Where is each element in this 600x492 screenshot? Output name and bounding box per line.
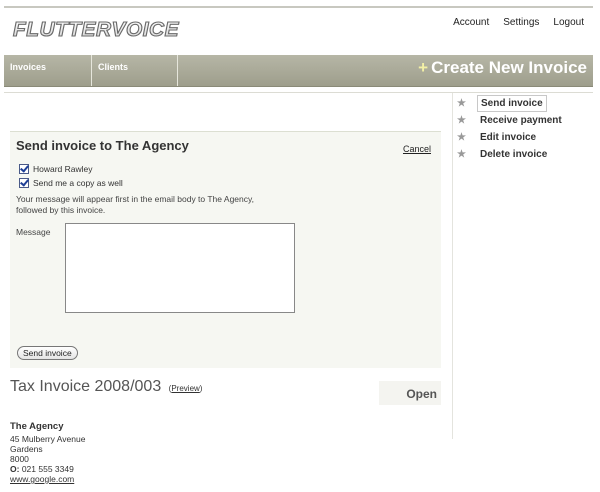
message-textarea[interactable]	[65, 223, 295, 313]
cancel-link[interactable]: Cancel	[403, 144, 431, 154]
message-note: Your message will appear first in the em…	[16, 194, 254, 215]
plus-icon: +	[418, 58, 429, 77]
message-label: Message	[16, 227, 51, 237]
recipient-checkbox-row[interactable]: Howard Rawley	[19, 164, 93, 174]
phone-label: O:	[10, 464, 20, 474]
client-postcode: 8000	[10, 454, 29, 464]
star-icon: ★	[457, 115, 466, 126]
create-new-invoice-button[interactable]: + Create New Invoice	[418, 58, 587, 78]
send-invoice-panel: Send invoice to The Agency Cancel Howard…	[10, 131, 441, 368]
status-badge: Open	[379, 381, 441, 405]
invoice-actions: ★ Send invoice ★ Receive payment ★ Edit …	[457, 95, 565, 163]
invoice-heading: Tax Invoice 2008/003 (Preview)	[10, 378, 202, 396]
send-copy-checkbox-row[interactable]: Send me a copy as well	[19, 178, 123, 188]
delete-invoice-label: Delete invoice	[480, 149, 548, 160]
status-label: Open	[406, 387, 437, 401]
star-icon: ★	[457, 98, 466, 109]
preview-close-paren: )	[199, 384, 203, 393]
tab-invoices-label: Invoices	[10, 62, 47, 72]
edit-invoice-action[interactable]: ★ Edit invoice	[457, 129, 565, 146]
main-nav: Invoices Clients + Create New Invoice	[4, 55, 593, 87]
client-address: The Agency 45 Mulberry Avenue Gardens 80…	[10, 421, 86, 485]
client-website-link[interactable]: www.google.com	[10, 474, 85, 484]
settings-link[interactable]: Settings	[503, 17, 539, 28]
send-invoice-button[interactable]: Send invoice	[17, 346, 78, 360]
account-link[interactable]: Account	[453, 17, 489, 28]
client-name: The Agency	[10, 421, 64, 432]
top-links: Account Settings Logout	[453, 17, 584, 28]
delete-invoice-action[interactable]: ★ Delete invoice	[457, 146, 565, 163]
send-invoice-label: Send invoice	[477, 95, 547, 112]
star-icon: ★	[457, 149, 466, 160]
recipient-label: Howard Rawley	[33, 164, 93, 174]
client-suburb: Gardens	[10, 444, 43, 454]
edit-invoice-label: Edit invoice	[480, 132, 537, 143]
logout-link[interactable]: Logout	[553, 17, 584, 28]
receive-payment-label: Receive payment	[480, 115, 562, 126]
receive-payment-action[interactable]: ★ Receive payment	[457, 112, 565, 129]
send-copy-label: Send me a copy as well	[33, 178, 123, 188]
client-street: 45 Mulberry Avenue	[10, 434, 86, 444]
client-phone: 021 555 3349	[21, 464, 74, 474]
tab-invoices[interactable]: Invoices	[4, 55, 92, 86]
client-phone-row: O: 021 555 3349	[10, 464, 85, 474]
tab-clients-label: Clients	[98, 62, 129, 72]
divider	[4, 92, 593, 93]
logo-image: FLUTTERVOICE	[12, 18, 179, 41]
sidebar-divider	[452, 93, 453, 439]
tab-clients[interactable]: Clients	[92, 55, 178, 86]
create-new-invoice-label: Create New Invoice	[431, 58, 587, 77]
preview-wrapper: (Preview)	[169, 384, 203, 393]
preview-link[interactable]: Preview	[171, 384, 199, 393]
top-border	[4, 6, 593, 8]
svg-text:FLUTTERVOICE: FLUTTERVOICE	[13, 19, 179, 41]
invoice-title: Tax Invoice 2008/003	[10, 378, 162, 395]
logo[interactable]: FLUTTERVOICE	[10, 15, 182, 43]
checkbox-checked-icon[interactable]	[19, 178, 29, 188]
send-invoice-action[interactable]: ★ Send invoice	[457, 95, 565, 112]
checkbox-checked-icon[interactable]	[19, 164, 29, 174]
send-panel-title: Send invoice to The Agency	[16, 138, 189, 153]
star-icon: ★	[457, 132, 466, 143]
